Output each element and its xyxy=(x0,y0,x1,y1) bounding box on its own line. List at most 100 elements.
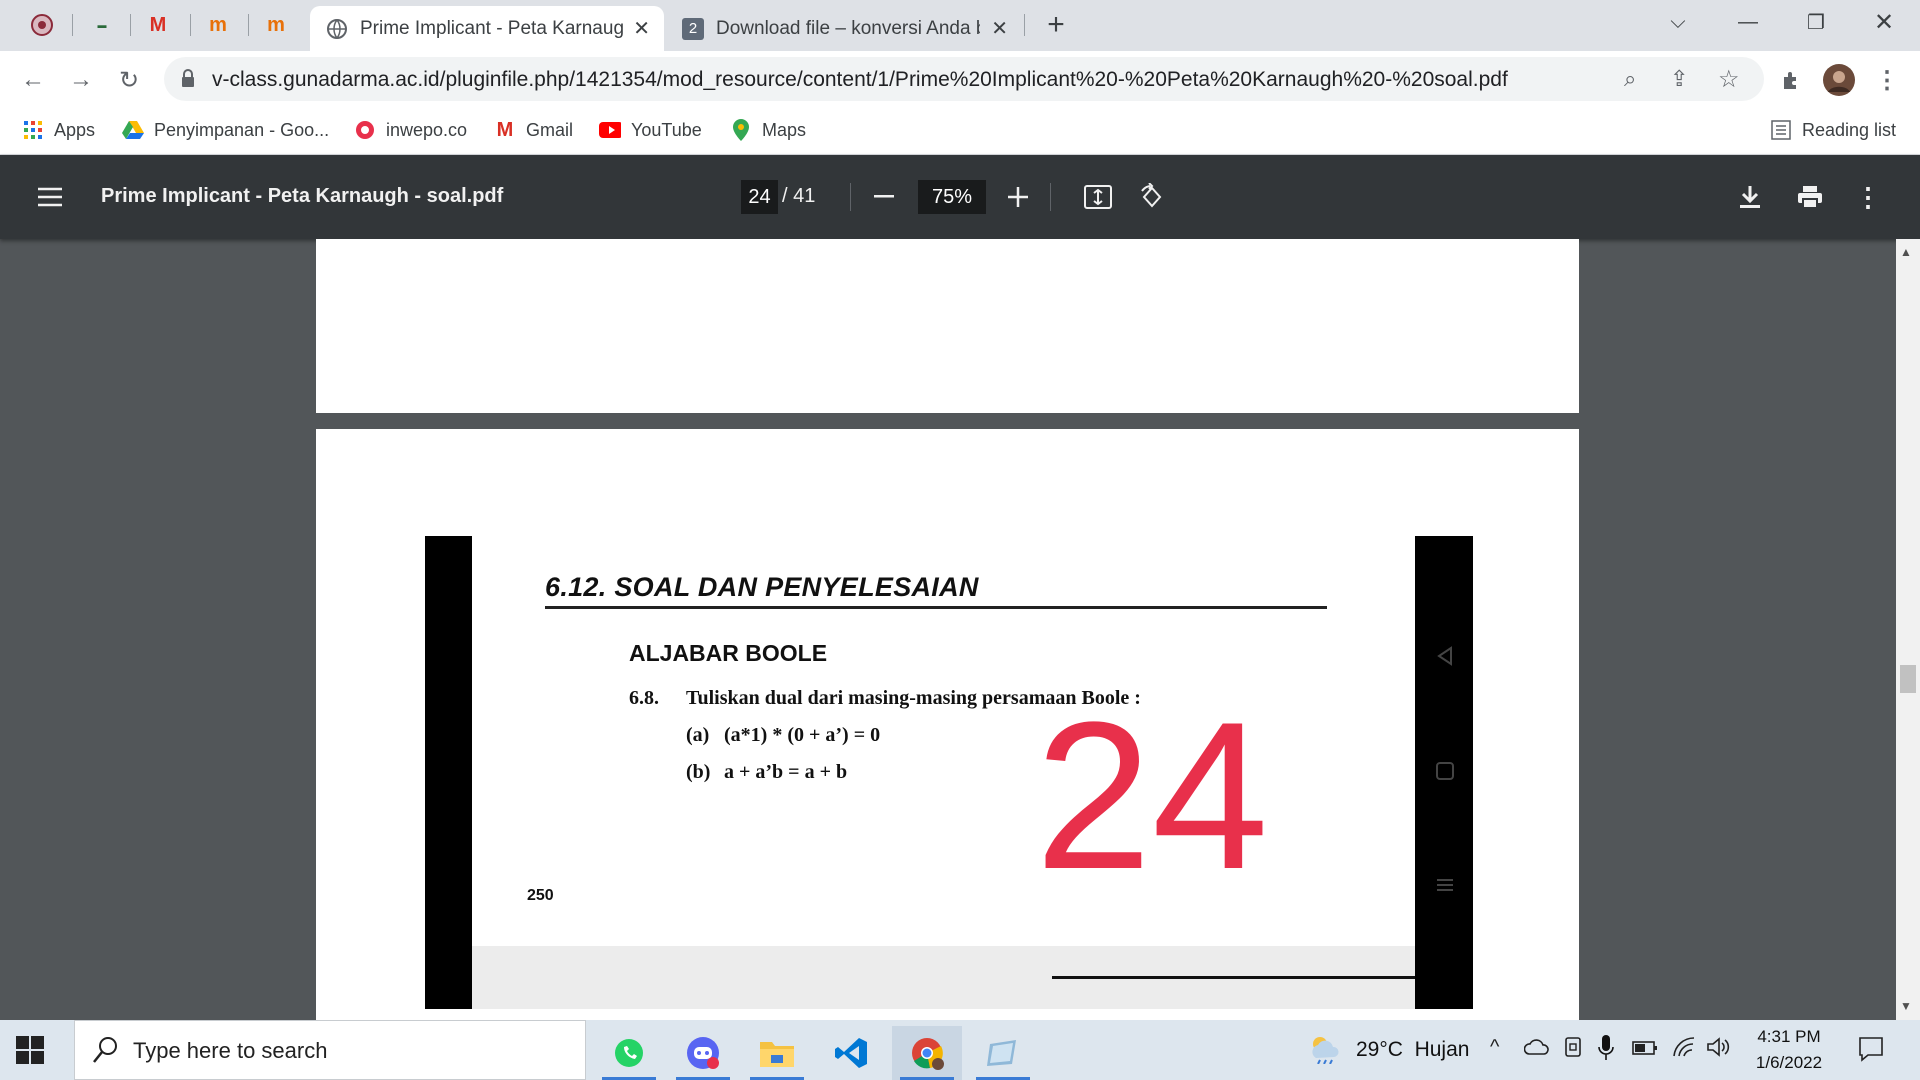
bookmark-youtube[interactable]: YouTube xyxy=(599,116,702,144)
pinned-tab-moodle-icon[interactable]: m xyxy=(196,8,240,42)
scroll-up-icon[interactable]: ▲ xyxy=(1900,245,1912,259)
tab-download-file[interactable]: 2 Download file – konversi Anda be ✕ xyxy=(672,6,1022,51)
emblem-icon xyxy=(31,14,53,36)
site-logo-icon: ▬ xyxy=(97,20,107,30)
discord-icon xyxy=(687,1037,719,1069)
notification-icon[interactable] xyxy=(1858,1036,1884,1067)
tab-title: Prime Implicant - Peta Karnaugh xyxy=(360,17,624,39)
taskbar-file-explorer[interactable] xyxy=(742,1026,812,1080)
pdf-toolbar: Prime Implicant - Peta Karnaugh - soal.p… xyxy=(0,155,1920,239)
problem-number: 6.8. xyxy=(629,687,659,709)
scanned-book-page: 6.12. SOAL DAN PENYELESAIAN ALJABAR BOOL… xyxy=(472,536,1415,946)
minimize-button[interactable]: — xyxy=(1718,0,1778,44)
address-bar[interactable]: v-class.gunadarma.ac.id/pluginfile.php/1… xyxy=(164,57,1764,101)
tray-chevron-icon[interactable]: ^ xyxy=(1490,1036,1499,1059)
pdf-page-previous xyxy=(316,239,1579,413)
microphone-icon[interactable] xyxy=(1598,1034,1614,1067)
heading-rule xyxy=(545,606,1327,609)
windows-taskbar: Type here to search 29°C Hujan ^ 4:31 PM… xyxy=(0,1020,1920,1080)
new-tab-button[interactable]: + xyxy=(1034,8,1078,42)
rotate-icon[interactable] xyxy=(1132,177,1172,217)
close-window-button[interactable]: ✕ xyxy=(1854,0,1914,44)
bookmark-label: inwepo.co xyxy=(386,119,468,140)
onedrive-icon[interactable] xyxy=(1523,1038,1550,1061)
clock-time[interactable]: 4:31 PM xyxy=(1752,1027,1826,1047)
pinned-tab-emblem-icon[interactable] xyxy=(20,8,64,42)
profile-avatar[interactable] xyxy=(1820,61,1858,99)
pdf-more-icon[interactable]: ⋮ xyxy=(1848,177,1888,217)
taskbar-whatsapp[interactable] xyxy=(594,1026,664,1080)
wifi-icon[interactable] xyxy=(1672,1036,1696,1063)
back-button[interactable]: ← xyxy=(14,61,52,99)
meet-now-icon[interactable] xyxy=(1564,1036,1584,1065)
android-recents-icon xyxy=(1436,876,1454,899)
scroll-down-icon[interactable]: ▼ xyxy=(1900,999,1912,1013)
menu-kebab-icon[interactable]: ⋮ xyxy=(1868,61,1906,99)
bookmark-gmail[interactable]: M Gmail xyxy=(494,116,573,144)
page-number-input[interactable]: 24 xyxy=(741,180,778,214)
reading-list-label: Reading list xyxy=(1802,119,1897,140)
tab-title: Download file – konversi Anda be xyxy=(716,17,980,39)
zoom-level-input[interactable]: 75% xyxy=(918,180,986,214)
zoom-in-button[interactable] xyxy=(998,177,1038,217)
taskbar-chrome[interactable] xyxy=(892,1026,962,1080)
gmail-icon: M xyxy=(496,118,514,141)
share-icon[interactable]: ⇪ xyxy=(1670,66,1688,92)
print-icon[interactable] xyxy=(1790,177,1830,217)
tab-prime-implicant[interactable]: Prime Implicant - Peta Karnaugh ✕ xyxy=(310,6,664,51)
zoom-out-button[interactable] xyxy=(864,177,904,217)
android-back-icon xyxy=(1435,646,1455,671)
close-tab-icon[interactable]: ✕ xyxy=(991,16,1008,41)
part-a-label: (a) xyxy=(686,724,710,746)
bookmark-apps[interactable]: Apps xyxy=(22,116,95,144)
pdf-scrollbar[interactable]: ▲ ▼ xyxy=(1896,239,1920,1020)
bookmark-label: Maps xyxy=(762,119,807,140)
url-text: v-class.gunadarma.ac.id/pluginfile.php/1… xyxy=(212,68,1508,91)
reading-list-icon xyxy=(1770,119,1792,141)
scrollbar-thumb[interactable] xyxy=(1900,665,1916,693)
android-home-icon xyxy=(1436,762,1454,785)
zoom-icon[interactable]: ⌕ xyxy=(1624,66,1636,92)
extensions-icon[interactable] xyxy=(1772,61,1810,99)
pinned-tab-moodle-icon-2[interactable]: m xyxy=(254,8,298,42)
battery-icon[interactable] xyxy=(1632,1040,1658,1061)
windows-start-icon[interactable] xyxy=(14,1034,46,1071)
clock-date[interactable]: 1/6/2022 xyxy=(1744,1053,1834,1073)
subheading: ALJABAR BOOLE xyxy=(629,640,828,666)
taskbar-app[interactable] xyxy=(968,1026,1038,1080)
tab-search-icon[interactable]: ⌵ xyxy=(1648,0,1708,44)
volume-icon[interactable] xyxy=(1706,1036,1730,1063)
whatsapp-icon xyxy=(615,1039,643,1067)
taskbar-discord[interactable] xyxy=(668,1026,738,1080)
gmail-icon: M xyxy=(149,13,167,36)
scanned-photo: 6.12. SOAL DAN PENYELESAIAN ALJABAR BOOL… xyxy=(425,536,1473,1009)
weather-icon[interactable] xyxy=(1308,1034,1342,1069)
forward-button[interactable]: → xyxy=(62,61,100,99)
maps-pin-icon xyxy=(730,119,752,141)
fit-page-icon[interactable] xyxy=(1078,177,1118,217)
weather-text[interactable]: 29°C Hujan xyxy=(1356,1038,1469,1062)
reading-list-button[interactable]: Reading list xyxy=(1770,116,1896,144)
bookmark-maps[interactable]: Maps xyxy=(730,116,806,144)
reload-button[interactable]: ↻ xyxy=(110,61,148,99)
page-total: / 41 xyxy=(782,185,816,207)
lock-icon xyxy=(180,69,196,94)
taskbar-search-box[interactable]: Type here to search xyxy=(74,1020,586,1080)
section-heading: 6.12. SOAL DAN PENYELESAIAN xyxy=(545,572,979,602)
bookmark-inwepo[interactable]: inwepo.co xyxy=(354,116,467,144)
pdf-title: Prime Implicant - Peta Karnaugh - soal.p… xyxy=(101,185,504,207)
app-icon xyxy=(987,1040,1016,1066)
bookmark-google-drive[interactable]: Penyimpanan - Goo... xyxy=(122,116,329,144)
sidebar-menu-icon[interactable] xyxy=(30,177,70,217)
download-icon[interactable] xyxy=(1730,177,1770,217)
pinned-tab-site-icon[interactable]: ▬ xyxy=(80,8,124,42)
globe-icon xyxy=(326,18,348,40)
part-b-label: (b) xyxy=(686,761,711,783)
page-overlay-number: 24 xyxy=(1035,678,1269,913)
close-tab-icon[interactable]: ✕ xyxy=(633,16,650,41)
restore-button[interactable]: ❐ xyxy=(1786,0,1846,44)
pinned-tab-gmail-icon[interactable]: M xyxy=(136,8,180,42)
taskbar-vscode[interactable] xyxy=(816,1026,886,1080)
bookmark-label: Penyimpanan - Goo... xyxy=(154,119,330,140)
bookmark-star-icon[interactable]: ☆ xyxy=(1718,65,1740,94)
